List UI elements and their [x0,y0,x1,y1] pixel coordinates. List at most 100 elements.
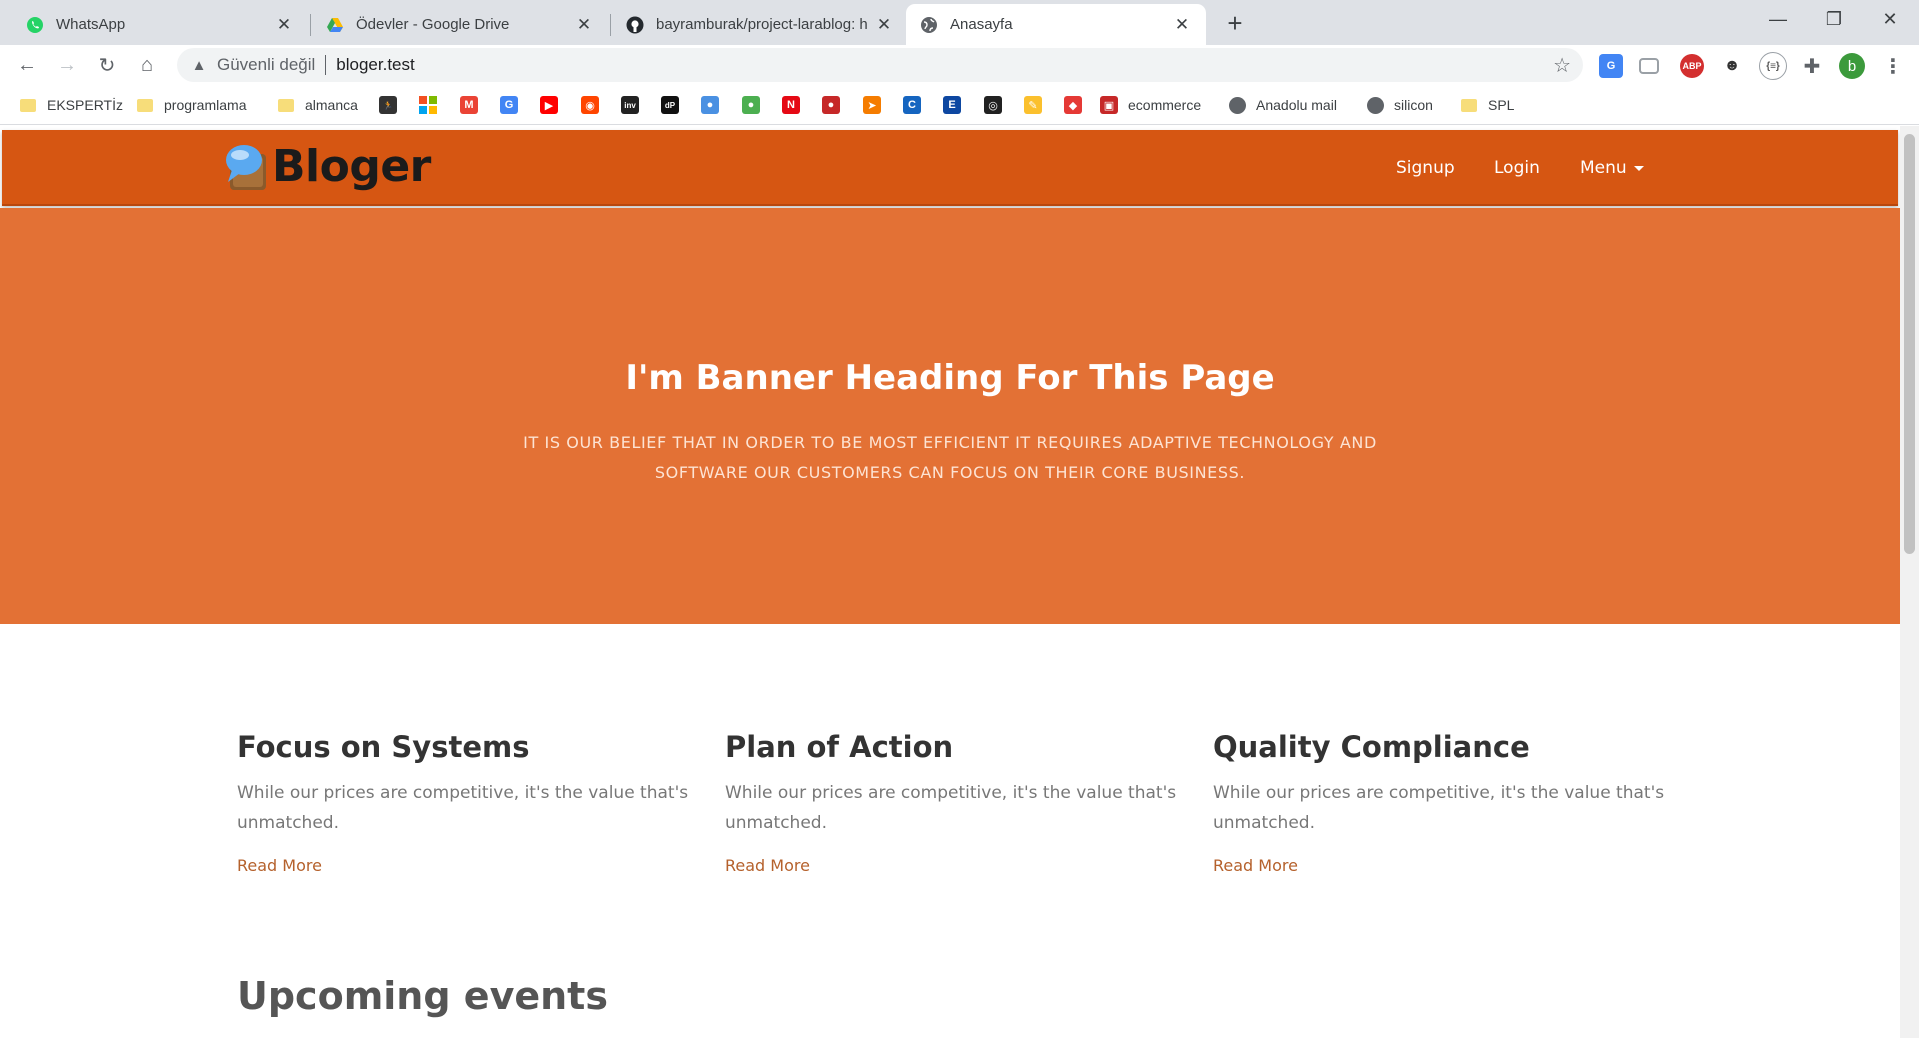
back-icon[interactable]: ← [12,50,42,80]
ghost-extension-icon[interactable]: ☻ [1720,54,1744,78]
new-tab-button[interactable]: + [1220,8,1250,38]
scrollbar-thumb[interactable] [1904,134,1915,554]
bookmark-leaf[interactable]: ● [742,95,760,115]
tab-divider [310,14,311,36]
microsoft-icon [419,96,437,114]
bookmark-pencil[interactable]: ✎ [1024,95,1042,115]
address-divider [325,55,327,75]
bookmark-spl[interactable]: SPL [1461,95,1514,115]
forward-icon[interactable]: → [52,50,82,80]
feature-plan-of-action: Plan of Action While our prices are comp… [725,730,1185,876]
address-bar[interactable]: ▲ Güvenli değil bloger.test ☆ [177,48,1583,82]
folder-icon [20,98,36,112]
read-more-link[interactable]: Read More [237,856,322,875]
google-translate-extension-icon[interactable]: G [1599,54,1623,78]
nav-signup-link[interactable]: Signup [1396,158,1455,178]
fingerprint-icon: ◎ [984,96,1002,114]
tab-anasayfa[interactable]: Anasayfa ✕ [906,4,1206,45]
cast-icon[interactable] [1639,58,1659,74]
browser-menu-icon[interactable]: ⋮ [1881,54,1905,78]
profile-avatar[interactable]: b [1839,53,1865,79]
bookmark-red-circle[interactable]: ● [822,95,840,115]
close-icon[interactable]: ✕ [274,15,294,35]
warning-icon[interactable]: ▲ [189,57,209,74]
extensions-puzzle-icon[interactable]: ✚ [1800,54,1824,78]
bookmark-diamond[interactable]: ◆ [1064,95,1082,115]
nav-menu-label: Menu [1580,158,1627,178]
bookmark-google-translate[interactable]: G [500,95,518,115]
whatsapp-icon [26,16,44,34]
bookmark-programlama[interactable]: programlama [137,95,246,115]
c-icon: C [903,96,921,114]
browser-toolbar: ← → ↻ ⌂ ▲ Güvenli değil bloger.test ☆ G … [0,45,1919,85]
tab-whatsapp[interactable]: WhatsApp ✕ [12,4,308,45]
runner-icon: 🏃 [379,96,397,114]
read-more-link[interactable]: Read More [1213,856,1298,875]
bookmark-runner[interactable]: 🏃 [379,95,397,115]
nav-menu-dropdown[interactable]: Menu [1580,158,1644,178]
site-logo[interactable]: Bloger [224,140,431,192]
minimize-icon[interactable]: — [1752,0,1804,38]
dp-icon: dP [661,96,679,114]
url-text[interactable]: bloger.test [336,55,414,75]
close-icon[interactable]: ✕ [1172,15,1192,35]
folder-icon [278,98,294,112]
gmail-icon: M [460,96,478,114]
bookmark-ecommerce[interactable]: ▣ ecommerce [1100,95,1201,115]
bookmark-paper-plane[interactable]: ➤ [863,95,881,115]
bookmark-label: ecommerce [1128,97,1202,113]
bookmark-dp[interactable]: dP [661,95,679,115]
globe-icon [920,16,938,34]
feature-text: While our prices are competitive, it's t… [1213,783,1665,833]
bookmark-c[interactable]: C [903,95,921,115]
bookmark-reddit[interactable]: ◉ [581,95,599,115]
bookmark-drop[interactable]: ● [701,95,719,115]
github-icon [626,16,644,34]
json-extension-icon[interactable]: {≡} [1759,52,1787,80]
close-icon[interactable]: ✕ [574,15,594,35]
globe-icon [1229,96,1246,114]
site-navbar: Bloger Signup Login Menu [2,130,1898,206]
ecommerce-icon: ▣ [1100,96,1118,114]
feature-text: While our prices are competitive, it's t… [725,783,1177,833]
tab-divider [610,14,611,36]
feature-title: Plan of Action [725,730,954,764]
bookmark-anadolu-mail[interactable]: Anadolu mail [1229,95,1337,115]
bookmark-investing[interactable]: inv [621,95,639,115]
nav-login-link[interactable]: Login [1494,158,1540,178]
feature-title: Quality Compliance [1213,730,1530,764]
reload-icon[interactable]: ↻ [92,50,122,80]
tab-title: WhatsApp [56,16,126,33]
adblock-plus-icon[interactable]: ABP [1680,54,1704,78]
close-icon[interactable]: ✕ [874,15,894,35]
bookmark-star-icon[interactable]: ☆ [1553,53,1571,78]
bookmark-microsoft[interactable] [419,95,437,115]
abp-label: ABP [1682,61,1702,71]
home-icon[interactable]: ⌂ [132,50,162,80]
bookmark-ekspertiz[interactable]: EKSPERTİz [20,95,123,115]
bookmark-almanca[interactable]: almanca [278,95,358,115]
restore-icon[interactable]: ❐ [1808,0,1860,38]
banner-subtext: It is our belief that in order to be mos… [523,433,1377,482]
paper-plane-icon: ➤ [863,96,881,114]
security-label[interactable]: Güvenli değil [217,55,315,75]
diamond-icon: ◆ [1064,96,1082,114]
bookmark-youtube[interactable]: ▶ [540,95,558,115]
bookmark-e[interactable]: E [943,95,961,115]
feature-quality-compliance: Quality Compliance While our prices are … [1213,730,1673,876]
bookmark-silicon[interactable]: silicon [1367,95,1433,115]
bookmark-netflix[interactable]: N [782,95,800,115]
tab-title: Anasayfa [950,16,1013,33]
pencil-icon: ✎ [1024,96,1042,114]
read-more-link[interactable]: Read More [725,856,810,875]
page-scrollbar[interactable] [1900,126,1919,1038]
bookmark-label: SPL [1488,97,1515,113]
bookmark-label: EKSPERTİz [47,97,123,113]
bookmark-fingerprint[interactable]: ◎ [984,95,1002,115]
close-window-icon[interactable]: ✕ [1864,0,1916,38]
drop-icon: ● [701,96,719,114]
tab-google-drive[interactable]: Ödevler - Google Drive ✕ [312,4,608,45]
tab-github[interactable]: bayramburak/project-larablog: h ✕ [612,4,908,45]
json-label: {≡} [1766,60,1780,72]
bookmark-gmail[interactable]: M [460,95,478,115]
